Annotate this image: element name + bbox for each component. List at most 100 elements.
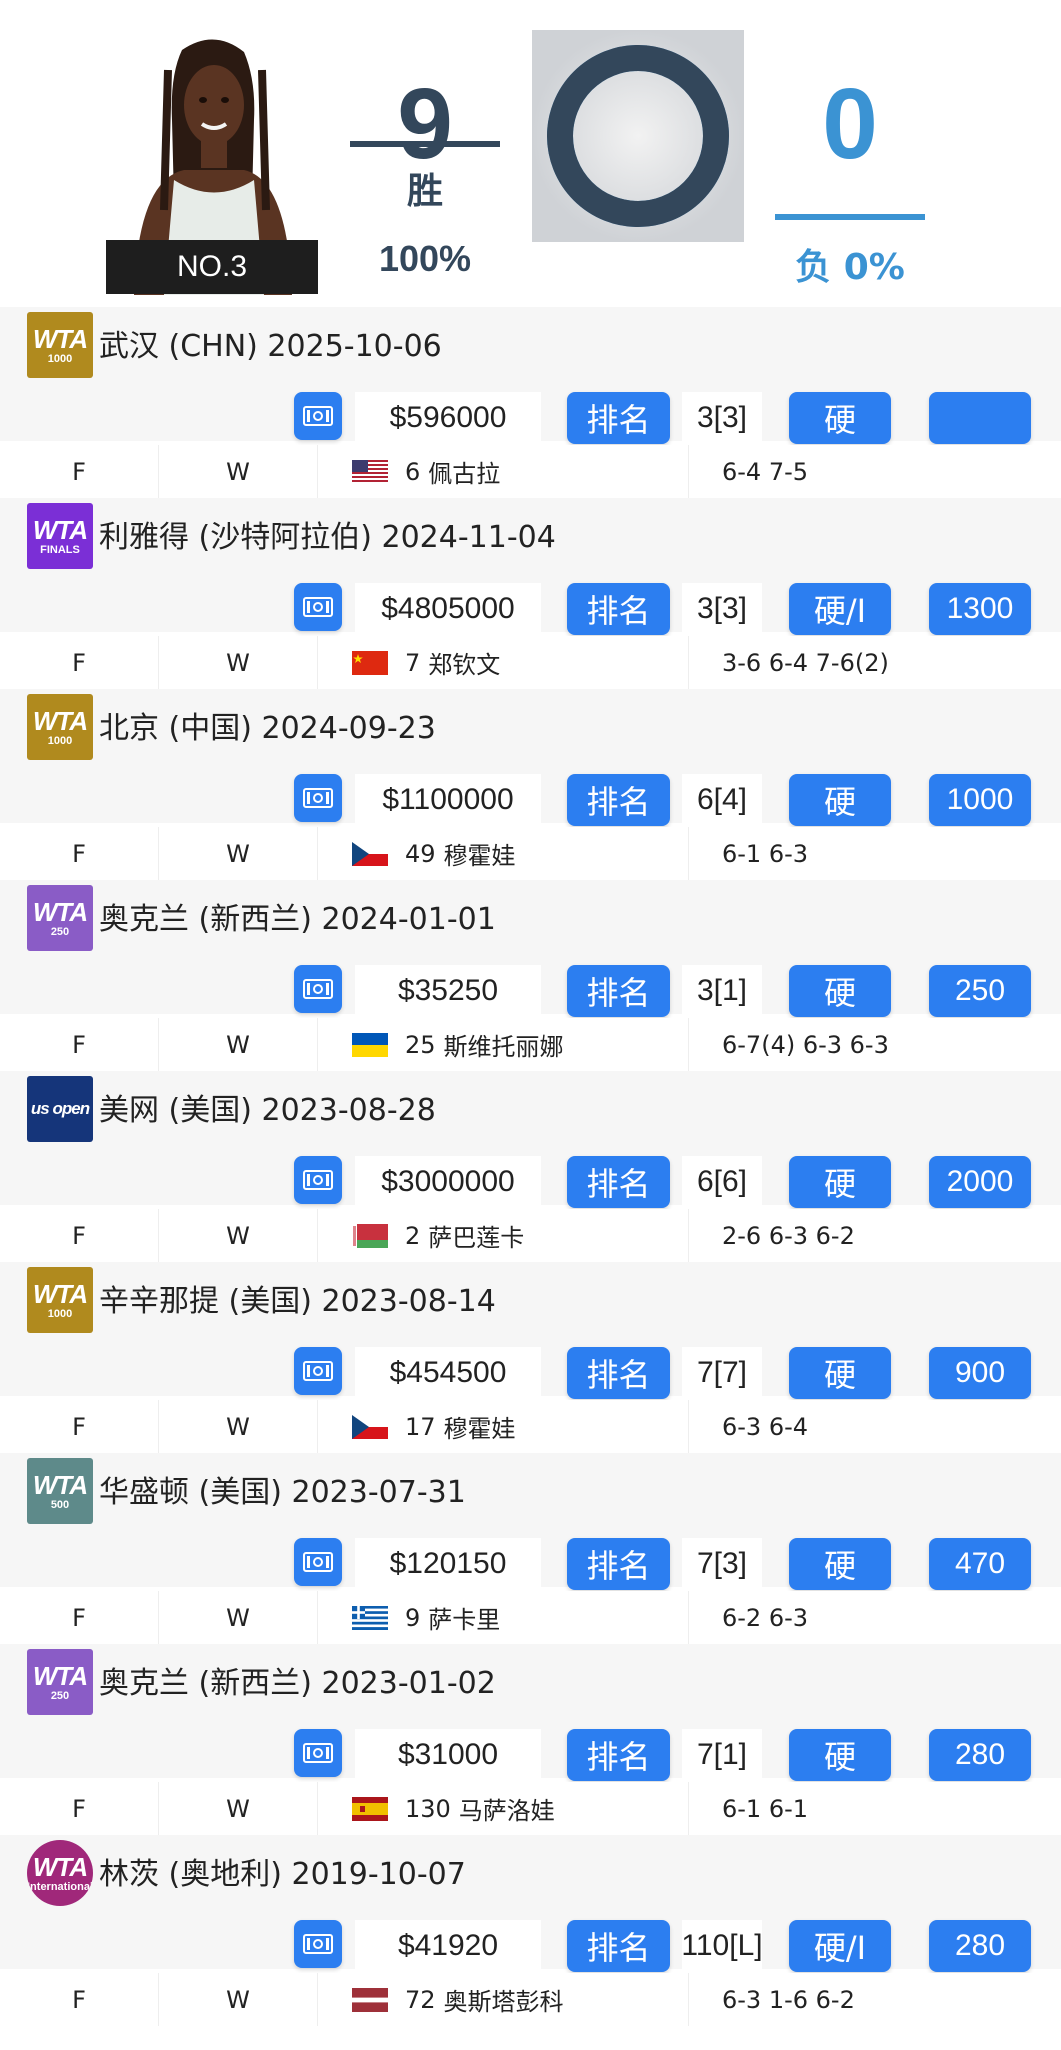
- surface-button[interactable]: 硬: [789, 1156, 891, 1208]
- opponent-cell: 6 佩古拉: [352, 445, 682, 498]
- tournament-card-5[interactable]: us open 美网 (美国) 2023-08-28 $3000000 排名 6…: [0, 1071, 1061, 1262]
- prize-money-icon[interactable]: [294, 583, 342, 631]
- match-score: 2-6 6-3 6-2: [722, 1221, 855, 1250]
- match-row[interactable]: F W 7 郑钦文 3-6 6-4 7-6(2): [0, 636, 1061, 689]
- points-button[interactable]: 470: [929, 1538, 1031, 1590]
- surface-button[interactable]: 硬: [789, 1729, 891, 1781]
- tournament-card-1[interactable]: WTA 1000 武汉 (CHN) 2025-10-06 $596000 排名 …: [0, 307, 1061, 498]
- tournament-card-2[interactable]: WTA FINALS 利雅得 (沙特阿拉伯) 2024-11-04 $48050…: [0, 498, 1061, 689]
- rank-seed: 3[1]: [682, 965, 762, 1017]
- ranking-button[interactable]: 排名: [567, 392, 670, 444]
- prize-money-icon[interactable]: [294, 1920, 342, 1968]
- match-result: W: [226, 1412, 250, 1441]
- tournament-logo-text: WTA: [32, 1851, 88, 1882]
- match-row[interactable]: F W 49 穆霍娃 6-1 6-3: [0, 827, 1061, 880]
- tournament-card-3[interactable]: WTA 1000 北京 (中国) 2024-09-23 $1100000 排名 …: [0, 689, 1061, 880]
- match-row[interactable]: F W 6 佩古拉 6-4 7-5: [0, 445, 1061, 498]
- surface-button[interactable]: 硬: [789, 774, 891, 826]
- ranking-button[interactable]: 排名: [567, 965, 670, 1017]
- prize-money-icon[interactable]: [294, 1156, 342, 1204]
- opponent-name: 萨巴莲卡: [428, 1224, 525, 1252]
- points-button[interactable]: 2000: [929, 1156, 1031, 1208]
- tournament-card-6[interactable]: WTA 1000 辛辛那提 (美国) 2023-08-14 $454500 排名…: [0, 1262, 1061, 1453]
- surface-button[interactable]: 硬/I: [789, 583, 891, 635]
- match-row[interactable]: F W 9 萨卡里 6-2 6-3: [0, 1591, 1061, 1644]
- gr-flag-icon: [352, 1605, 388, 1630]
- prize-money: $596000: [355, 392, 541, 444]
- surface-button[interactable]: 硬: [789, 1538, 891, 1590]
- match-round: F: [72, 1603, 86, 1632]
- surface-button[interactable]: 硬: [789, 965, 891, 1017]
- wins-percentage: 100%: [378, 238, 472, 279]
- tournament-card-8[interactable]: WTA 250 奥克兰 (新西兰) 2023-01-02 $31000 排名 7…: [0, 1644, 1061, 1835]
- column-divider: [688, 1400, 689, 1453]
- tournament-header: WTA FINALS 利雅得 (沙特阿拉伯) 2024-11-04 $48050…: [0, 498, 1061, 635]
- prize-money: $31000: [355, 1729, 541, 1781]
- match-row[interactable]: F W 17 穆霍娃 6-3 6-4: [0, 1400, 1061, 1453]
- prize-money: $120150: [355, 1538, 541, 1590]
- tournament-card-4[interactable]: WTA 250 奥克兰 (新西兰) 2024-01-01 $35250 排名 3…: [0, 880, 1061, 1071]
- losses-count: 0: [822, 68, 878, 180]
- prize-money-icon[interactable]: [294, 1538, 342, 1586]
- tournament-logo-sub: 500: [50, 1498, 70, 1511]
- match-round: F: [72, 1221, 86, 1250]
- points-button[interactable]: 1000: [929, 774, 1031, 826]
- surface-button[interactable]: 硬: [789, 1347, 891, 1399]
- column-divider: [317, 1209, 318, 1262]
- match-row[interactable]: F W 72 奥斯塔彭科 6-3 1-6 6-2: [0, 1973, 1061, 2026]
- points-button[interactable]: 280: [929, 1729, 1031, 1781]
- points-button[interactable]: 280: [929, 1920, 1031, 1972]
- tournament-logo-sub: 1000: [47, 1307, 73, 1320]
- column-divider: [317, 445, 318, 498]
- ranking-button[interactable]: 排名: [567, 1538, 670, 1590]
- points-button[interactable]: [929, 392, 1031, 444]
- tournament-logo-text: us open: [30, 1098, 90, 1118]
- ranking-button[interactable]: 排名: [567, 1156, 670, 1208]
- prize-money-icon[interactable]: [294, 965, 342, 1013]
- ranking-button[interactable]: 排名: [567, 1729, 670, 1781]
- tournament-card-7[interactable]: WTA 500 华盛顿 (美国) 2023-07-31 $120150 排名 7…: [0, 1453, 1061, 1644]
- match-score: 6-2 6-3: [722, 1603, 809, 1632]
- prize-money: $4805000: [355, 583, 541, 635]
- tournament-logo-text: WTA: [32, 1278, 88, 1309]
- prize-money-icon[interactable]: [294, 392, 342, 440]
- rank-seed: 7[1]: [682, 1729, 762, 1781]
- opponent-rank: 9: [405, 1603, 421, 1632]
- surface-button[interactable]: 硬: [789, 392, 891, 444]
- rank-seed: 6[4]: [682, 774, 762, 826]
- rank-seed: 3[3]: [682, 392, 762, 444]
- match-row[interactable]: F W 2 萨巴莲卡 2-6 6-3 6-2: [0, 1209, 1061, 1262]
- prize-money-icon[interactable]: [294, 1347, 342, 1395]
- opponent-name: 穆霍娃: [443, 842, 516, 870]
- ranking-button[interactable]: 排名: [567, 774, 670, 826]
- match-row[interactable]: F W 130 马萨洛娃 6-1 6-1: [0, 1782, 1061, 1835]
- surface-button[interactable]: 硬/I: [789, 1920, 891, 1972]
- points-button[interactable]: 250: [929, 965, 1031, 1017]
- tournament-list: WTA 1000 武汉 (CHN) 2025-10-06 $596000 排名 …: [0, 307, 1061, 2026]
- prize-money-icon[interactable]: [294, 1729, 342, 1777]
- opponent-rank: 72: [405, 1985, 436, 2014]
- column-divider: [688, 1591, 689, 1644]
- column-divider: [317, 1973, 318, 2026]
- opponent-name: 斯维托丽娜: [443, 1033, 564, 1061]
- match-row[interactable]: F W 25 斯维托丽娜 6-7(4) 6-3 6-3: [0, 1018, 1061, 1071]
- losses-divider: [775, 214, 925, 220]
- points-button[interactable]: 900: [929, 1347, 1031, 1399]
- cn-flag-icon: [352, 650, 388, 675]
- prize-money: $1100000: [355, 774, 541, 826]
- ranking-button[interactable]: 排名: [567, 1920, 670, 1972]
- opponent-rank: 17: [405, 1412, 436, 1441]
- wins-divider: [350, 141, 500, 147]
- match-round: F: [72, 457, 86, 486]
- ranking-button[interactable]: 排名: [567, 1347, 670, 1399]
- tournament-title: 辛辛那提 (美国) 2023-08-14: [99, 1284, 496, 1319]
- tournament-card-9[interactable]: WTA International 林茨 (奥地利) 2019-10-07 $4…: [0, 1835, 1061, 2026]
- column-divider: [317, 1591, 318, 1644]
- tournament-logo-text: WTA: [32, 514, 88, 545]
- ranking-button[interactable]: 排名: [567, 583, 670, 635]
- column-divider: [688, 1973, 689, 2026]
- prize-money-icon[interactable]: [294, 774, 342, 822]
- points-button[interactable]: 1300: [929, 583, 1031, 635]
- opponent-cell: 7 郑钦文: [352, 636, 682, 689]
- by-flag-icon: [352, 1223, 388, 1248]
